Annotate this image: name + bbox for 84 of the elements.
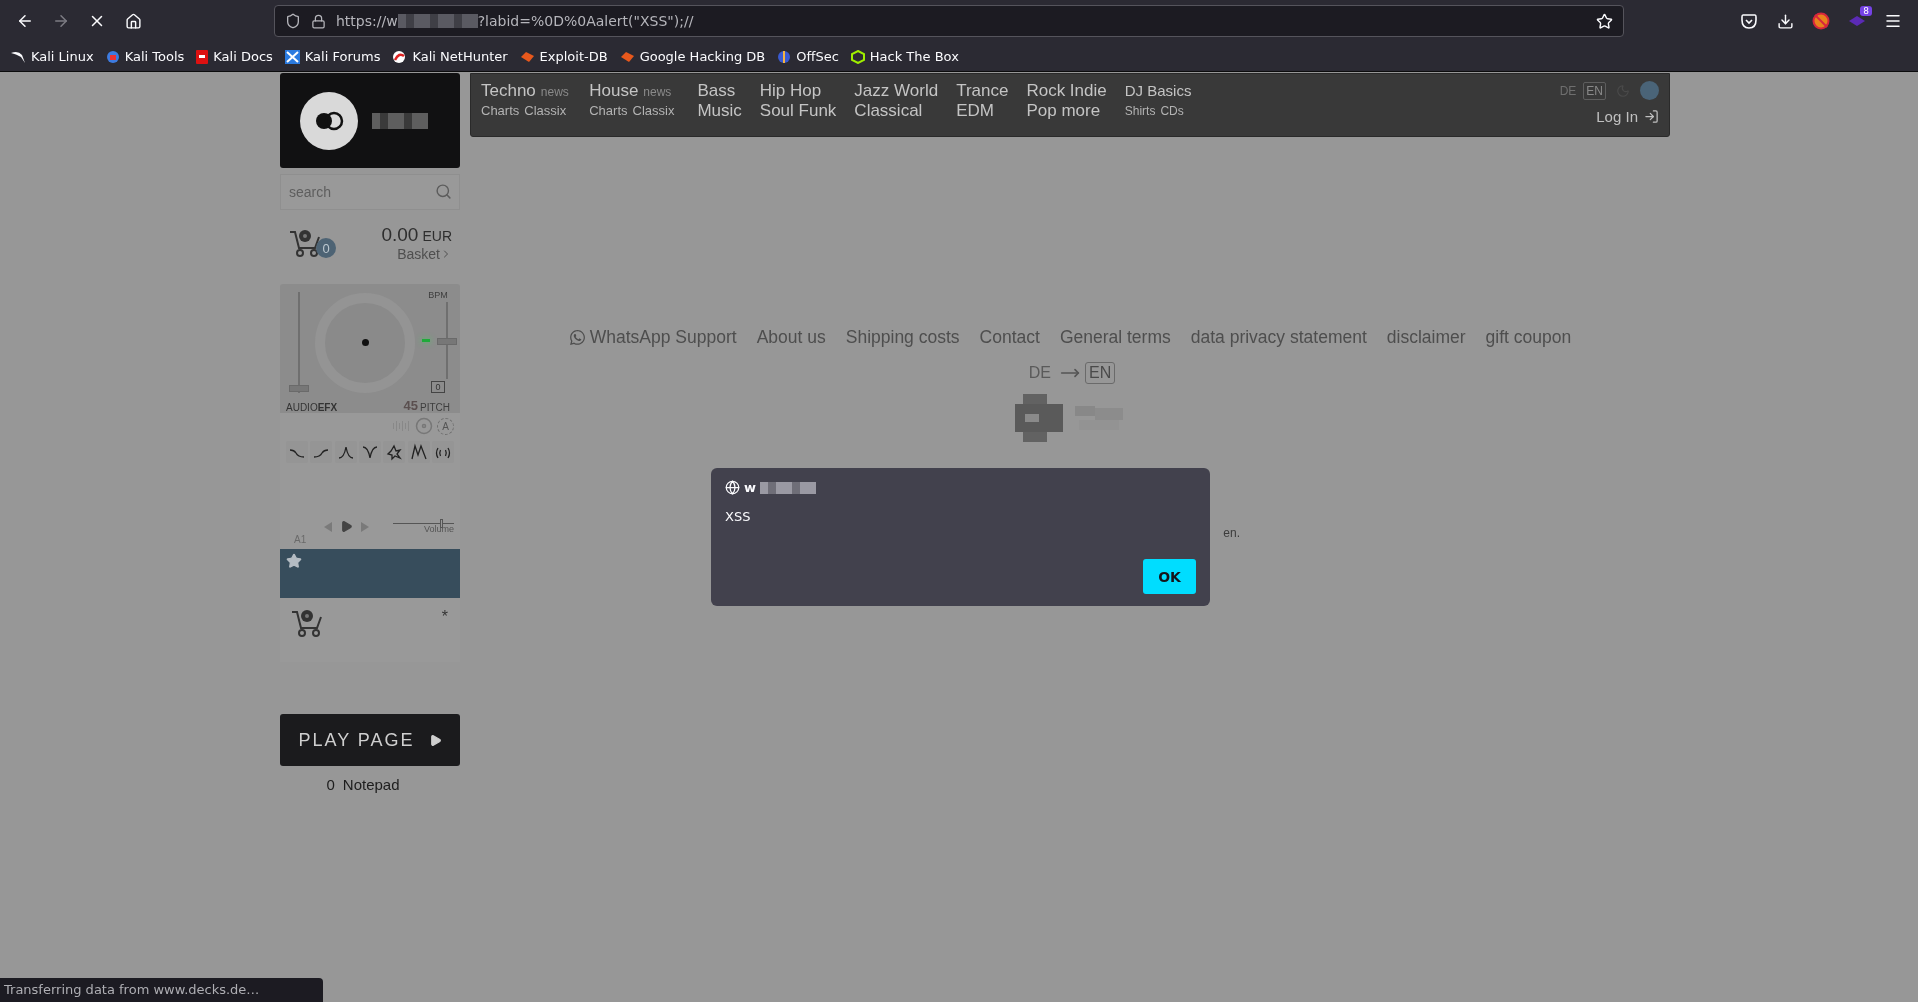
bookmark-link[interactable]: Exploit-DB bbox=[519, 49, 608, 64]
body-text: en. bbox=[1223, 526, 1240, 540]
nav-menu-item[interactable]: Techno news Charts Classix bbox=[481, 81, 572, 120]
effect-button[interactable] bbox=[359, 441, 381, 463]
bookmark-favicon-icon bbox=[392, 49, 408, 64]
diamond-icon bbox=[1848, 14, 1866, 28]
bookmark-favicon-icon bbox=[850, 49, 865, 64]
pixelated-logo-text bbox=[372, 112, 428, 129]
notch-filter-icon bbox=[361, 443, 379, 461]
bookmark-link[interactable]: Kali Linux bbox=[10, 49, 94, 64]
nav-menu-item[interactable]: Rock Indie Pop more bbox=[1026, 81, 1107, 121]
bookmark-link[interactable]: Google Hacking DB bbox=[619, 49, 766, 64]
menu-icon bbox=[1884, 12, 1902, 30]
effect-button[interactable] bbox=[334, 441, 357, 463]
search-icon[interactable] bbox=[435, 183, 452, 200]
cart-icon[interactable] bbox=[288, 228, 322, 258]
cart-icon[interactable] bbox=[290, 608, 324, 638]
bookmark-favicon-icon bbox=[777, 49, 792, 64]
bookmark-link[interactable]: Kali Tools bbox=[105, 49, 185, 64]
notepad-link[interactable]: 0 Notepad bbox=[280, 776, 460, 793]
dialog-origin: w bbox=[744, 480, 756, 495]
address-bar[interactable]: https://w ?labid=%0D%0Aalert("XSS");// bbox=[274, 5, 1624, 37]
extension-badge: 8 bbox=[1860, 6, 1872, 16]
status-bar: Transferring data from www.decks.de… bbox=[0, 978, 323, 1002]
effect-button[interactable] bbox=[286, 441, 308, 463]
theme-toggle[interactable] bbox=[1640, 81, 1659, 100]
logo-panel[interactable] bbox=[280, 73, 460, 168]
ok-button[interactable]: OK bbox=[1143, 559, 1196, 594]
bookmark-favicon-icon bbox=[105, 49, 120, 64]
bookmark-favicon-icon bbox=[284, 49, 300, 64]
url-text: https://w bbox=[336, 13, 398, 29]
nav-menu-item[interactable]: Hip Hop Soul Funk bbox=[759, 81, 837, 121]
extension-button[interactable]: 8 bbox=[1842, 6, 1872, 36]
forward-arrow-icon bbox=[52, 12, 70, 30]
play-icon[interactable] bbox=[339, 520, 353, 533]
bookmark-link[interactable]: Kali Forums bbox=[284, 49, 381, 64]
blocked-circle-icon bbox=[1812, 12, 1830, 30]
shield-icon bbox=[285, 13, 301, 29]
double-peak-icon bbox=[409, 443, 428, 461]
star-icon[interactable] bbox=[286, 553, 302, 569]
redacted-text bbox=[760, 481, 816, 494]
pitch-label: PITCH bbox=[420, 402, 450, 413]
nav-menu-item[interactable]: Jazz World Classical bbox=[854, 81, 939, 121]
lock-icon bbox=[311, 13, 326, 29]
url-text: ?labid=%0D%0Aalert("XSS");// bbox=[477, 13, 694, 29]
pitch-value: 0 bbox=[431, 381, 445, 393]
bookmark-star-icon[interactable] bbox=[1596, 12, 1613, 30]
language-option[interactable]: EN bbox=[1583, 81, 1606, 100]
basket-count: 0 bbox=[316, 238, 336, 258]
pocket-icon bbox=[1741, 13, 1757, 29]
globe-icon bbox=[725, 480, 740, 495]
effect-button[interactable] bbox=[310, 441, 333, 463]
nav-menu-item[interactable]: Trance EDM bbox=[956, 81, 1009, 121]
bookmark-link[interactable]: OffSec bbox=[777, 49, 839, 64]
login-link[interactable]: Log In bbox=[1596, 108, 1659, 125]
bookmark-favicon-icon bbox=[196, 49, 209, 64]
volume-label: Volume bbox=[423, 524, 454, 534]
home-icon bbox=[124, 12, 142, 30]
explosion-icon bbox=[385, 443, 404, 461]
nav-menu-item[interactable]: DJ Basics Shirts CDs bbox=[1124, 81, 1192, 120]
bookmark-favicon-icon bbox=[619, 50, 635, 63]
effect-button[interactable] bbox=[407, 441, 430, 463]
whatsapp-icon bbox=[568, 329, 586, 346]
bookmark-favicon-icon bbox=[519, 50, 535, 63]
search-field[interactable]: search bbox=[280, 174, 460, 210]
logo-icon bbox=[300, 91, 358, 150]
effect-button[interactable] bbox=[383, 441, 406, 463]
asterisk-mark: * bbox=[441, 608, 448, 626]
play-icon bbox=[428, 733, 442, 747]
bookmark-link[interactable]: Kali Docs bbox=[196, 49, 273, 64]
basket-total: 0.00 EUR bbox=[381, 224, 452, 246]
bpm-label: BPM bbox=[428, 290, 448, 300]
audio-efx-label: AUDIOEFX bbox=[286, 402, 338, 413]
dialog-message: XSS bbox=[725, 509, 752, 524]
nav-menu-item[interactable]: House news Charts Classix bbox=[589, 81, 680, 120]
led-indicator bbox=[422, 339, 430, 342]
download-icon bbox=[1776, 12, 1794, 30]
bookmark-link[interactable]: Kali NetHunter bbox=[392, 49, 508, 64]
bookmark-favicon-icon bbox=[10, 49, 26, 64]
login-icon bbox=[1644, 109, 1659, 124]
play-page-button[interactable]: PLAY PAGE bbox=[280, 714, 460, 766]
bookmark-link[interactable]: Hack The Box bbox=[850, 49, 959, 64]
nav-menu-item[interactable]: Bass Music bbox=[697, 81, 742, 121]
effect-button[interactable] bbox=[431, 441, 454, 463]
